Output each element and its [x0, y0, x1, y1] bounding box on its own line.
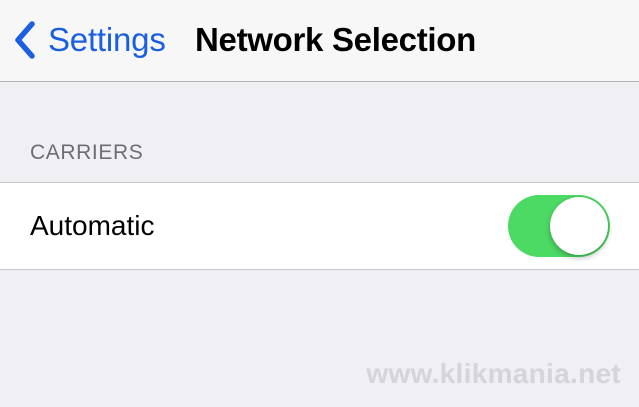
automatic-row-label: Automatic: [30, 210, 155, 241]
watermark: www.klikmania.net: [366, 358, 621, 389]
section-header-carriers: CARRIERS: [30, 141, 144, 164]
toggle-knob: [550, 197, 608, 255]
back-button[interactable]: Settings: [10, 12, 166, 68]
back-button-label: Settings: [48, 21, 166, 58]
carriers-table-group: Automatic: [0, 182, 639, 270]
chevron-left-icon: [10, 18, 40, 62]
page-title: Network Selection: [195, 21, 476, 58]
automatic-toggle[interactable]: [508, 195, 610, 257]
navigation-bar: Settings Network Selection: [0, 0, 639, 82]
